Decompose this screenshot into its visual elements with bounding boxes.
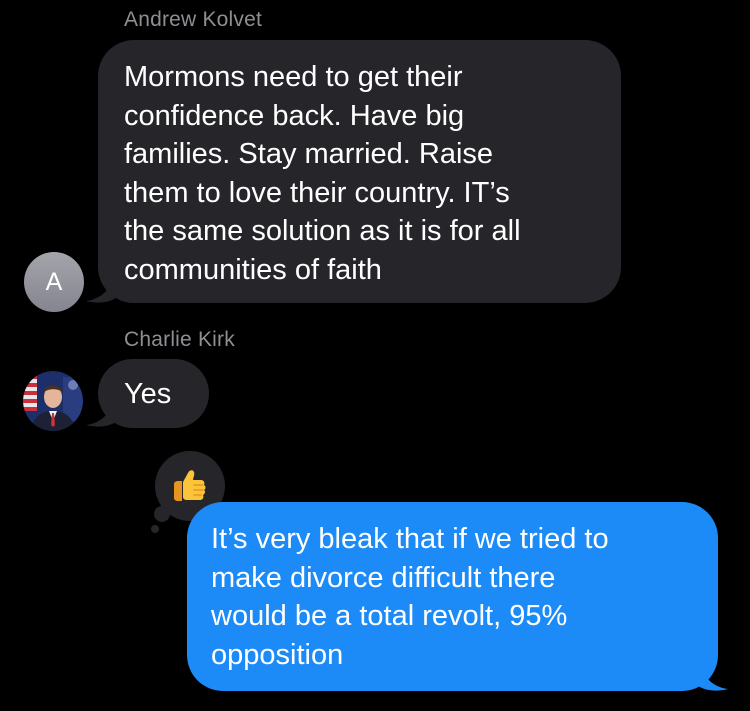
message-text: It’s very bleak that if we tried to make… (211, 523, 609, 671)
message-text: Mormons need to get their confidence bac… (124, 61, 521, 286)
message-text: Yes (124, 378, 172, 410)
sender-name: Charlie Kirk (124, 328, 235, 351)
avatar-initial: A (45, 267, 63, 296)
avatar[interactable]: A (24, 252, 84, 312)
incoming-message-bubble[interactable]: Mormons need to get their confidence bac… (98, 40, 621, 303)
profile-photo-icon[interactable] (23, 371, 83, 431)
message-thread: Andrew Kolvet Mormons need to get their … (0, 0, 750, 711)
outgoing-message-bubble[interactable]: It’s very bleak that if we tried to make… (187, 502, 718, 691)
sender-name: Andrew Kolvet (124, 8, 263, 31)
incoming-message-bubble[interactable]: Yes (98, 359, 209, 428)
thumbs-up-emoji-icon (174, 470, 206, 501)
